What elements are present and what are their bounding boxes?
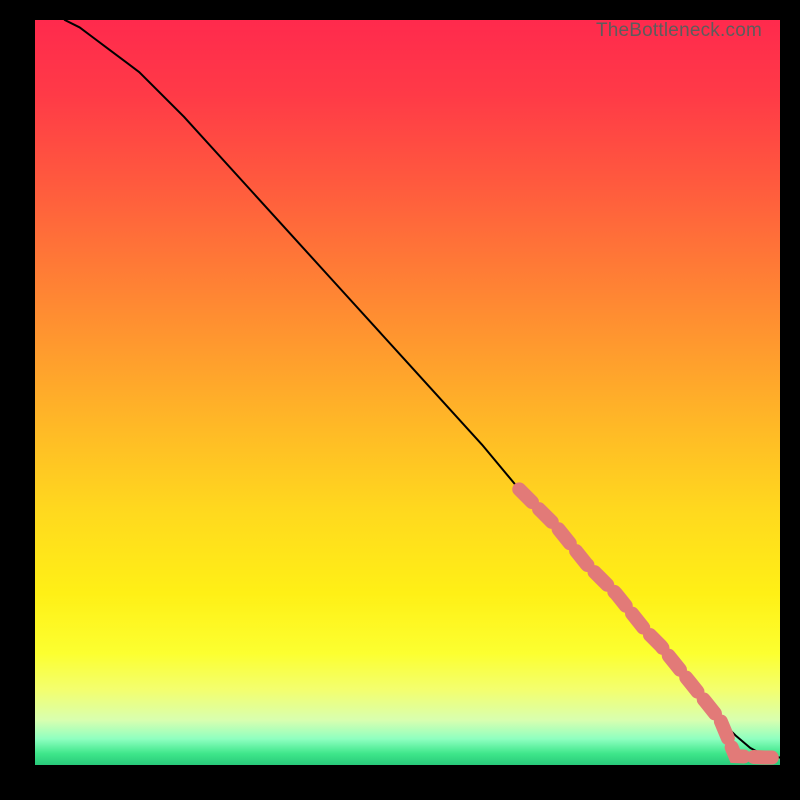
- curve-line: [65, 20, 780, 758]
- chart-svg: [35, 20, 780, 765]
- chart-background: TheBottleneck.com: [35, 20, 780, 765]
- highlight-dots: [519, 489, 780, 757]
